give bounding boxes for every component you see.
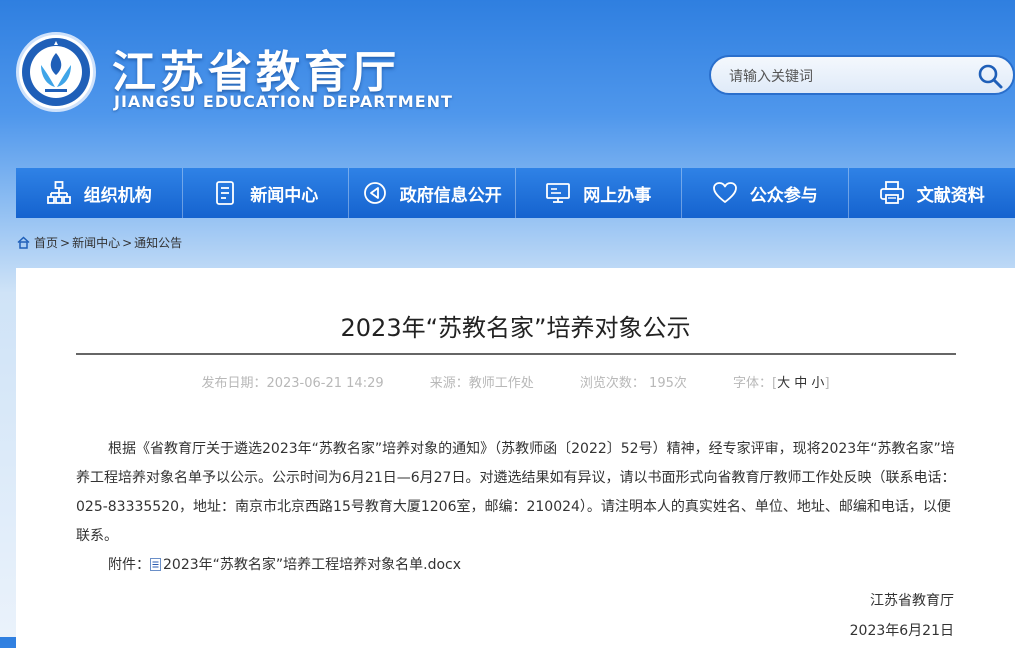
breadcrumb-current-link[interactable]: 通知公告 [134,234,182,251]
nav-item-public[interactable]: 公众参与 [682,168,849,218]
word-file-icon [150,558,161,571]
document-icon [212,180,238,206]
monitor-icon [545,180,571,206]
breadcrumb-home-link[interactable]: 首页 [34,234,58,251]
article-body: 根据《省教育厅关于遴选2023年“苏教名家”培养对象的通知》（苏教师函〔2022… [76,435,956,580]
font-size-label: 字体： [733,376,772,391]
font-size-medium[interactable]: 中 [794,376,807,391]
search-input[interactable] [727,65,971,89]
nav-item-label: 网上办事 [583,181,651,206]
article-source: 来源：教师工作处 [430,376,534,391]
signature-date: 2023年6月21日 [850,616,954,646]
font-bracket-close-icon: ] [824,376,829,391]
title-divider [76,353,956,355]
article-title: 2023年“苏教名家”培养对象公示 [16,308,1015,343]
nav-item-label: 公众参与 [750,181,818,206]
nav-item-label: 新闻中心 [250,181,318,206]
emblem-icon [19,35,93,109]
article-paragraph: 根据《省教育厅关于遴选2023年“苏教名家”培养对象的通知》（苏教师函〔2022… [76,435,956,551]
breadcrumb-separator: > [122,236,132,250]
site-title-en: JIANGSU EDUCATION DEPARTMENT [114,92,453,111]
nav-item-org[interactable]: 组织机构 [16,168,183,218]
nav-item-news[interactable]: 新闻中心 [183,168,350,218]
site-title-cn: 江苏省教育厅 [112,36,400,100]
search-box [709,55,1015,95]
attachment-row: 附件： 2023年“苏教名家”培养工程培养对象名单.docx [76,551,956,580]
nav-item-literature[interactable]: 文献资料 [849,168,1015,218]
breadcrumb: 首页 > 新闻中心 > 通知公告 [17,234,182,251]
nav-item-online-service[interactable]: 网上办事 [516,168,683,218]
nav-item-label: 政府信息公开 [400,181,502,206]
nav-item-label: 文献资料 [917,181,985,206]
department-emblem[interactable] [16,32,96,112]
nav-item-label: 组织机构 [84,181,152,206]
nav-item-gov-info[interactable]: 政府信息公开 [349,168,516,218]
attachment-link[interactable]: 2023年“苏教名家”培养工程培养对象名单.docx [163,557,461,573]
font-size-small[interactable]: 小 [811,376,824,391]
search-button[interactable] [975,61,1005,91]
breadcrumb-separator: > [60,236,70,250]
view-count: 浏览次数： 195次 [580,376,687,391]
site-header: 江苏省教育厅 JIANGSU EDUCATION DEPARTMENT [0,0,1015,165]
font-size-control: 字体：[大 中 小] [733,376,830,391]
speaker-icon [362,180,388,206]
org-chart-icon [46,180,72,206]
article-meta: 发布日期：2023-06-21 14:29 来源：教师工作处 浏览次数： 195… [16,372,1015,391]
attachment-label: 附件： [108,557,150,573]
main-nav: 组织机构 新闻中心 政府信息公开 网上办事 公众参与 [16,168,1015,218]
printer-icon [879,180,905,206]
heart-icon [712,180,738,206]
signature-org: 江苏省教育厅 [850,586,954,616]
publish-date: 发布日期：2023-06-21 14:29 [201,376,383,391]
font-size-large[interactable]: 大 [777,376,790,391]
breadcrumb-news-link[interactable]: 新闻中心 [72,234,120,251]
home-icon [17,236,30,249]
article-panel: 2023年“苏教名家”培养对象公示 发布日期：2023-06-21 14:29 … [16,268,1015,648]
article-signature: 江苏省教育厅 2023年6月21日 [850,586,954,646]
search-icon [975,61,1005,91]
